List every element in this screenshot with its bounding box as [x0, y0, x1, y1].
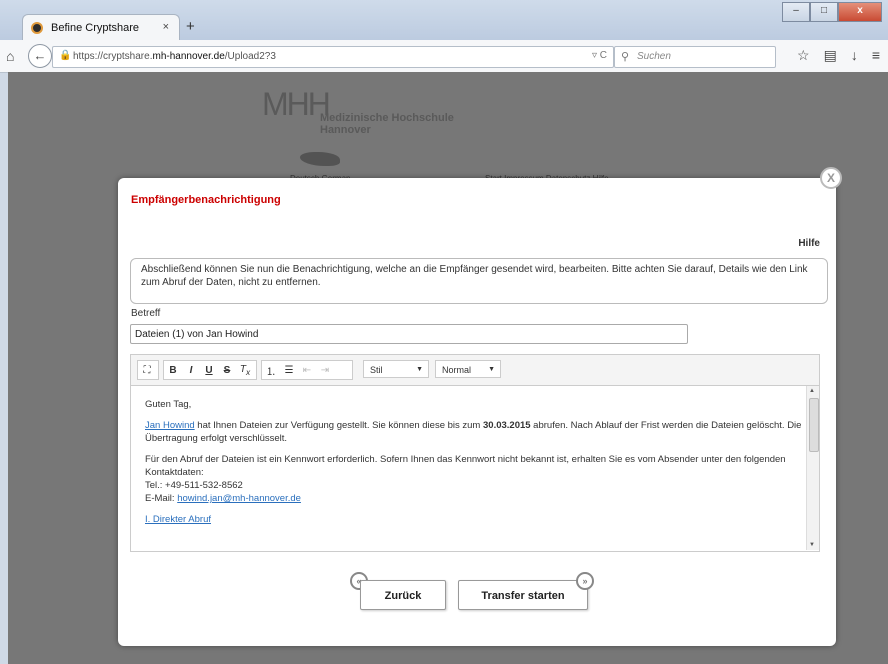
bold-button[interactable]: B — [164, 365, 182, 376]
start-transfer-button[interactable]: Transfer starten — [458, 580, 588, 610]
format-group: B I U S Tx — [163, 360, 257, 380]
scroll-up-icon[interactable]: ▲ — [809, 388, 815, 394]
subject-label: Betreff — [131, 308, 161, 319]
strikethrough-button[interactable]: S — [218, 365, 236, 376]
direct-download-link[interactable]: I. Direkter Abruf — [145, 514, 211, 525]
chevron-down-icon: ▼ — [416, 366, 423, 373]
lock-icon: 🔒 — [59, 50, 72, 61]
recipient-notification-dialog: Empfängerbenachrichtigung Hilfe Abschlie… — [118, 178, 836, 646]
section-heading: I. Direkter Abruf — [145, 513, 819, 526]
remove-format-button[interactable]: Tx — [236, 364, 254, 377]
tab-title: Befine Cryptshare — [51, 22, 140, 34]
chevron-down-icon: ▼ — [488, 366, 495, 373]
scroll-thumb[interactable] — [809, 398, 819, 452]
subject-input[interactable] — [130, 324, 688, 344]
download-icon[interactable]: ↓ — [851, 47, 858, 64]
favicon-icon — [31, 22, 43, 34]
close-dialog-button[interactable]: X — [820, 167, 842, 189]
navigation-bar: ⌂ ← 🔒 https://cryptshare.mh-hannover.de/… — [0, 40, 888, 73]
maximize-icon[interactable]: ⛶ — [138, 365, 156, 376]
search-input[interactable]: ⚲ Suchen — [614, 46, 776, 68]
mhh-name: Medizinische Hochschule Hannover — [320, 112, 454, 136]
back-button[interactable]: ← — [28, 44, 52, 68]
sender-link[interactable]: Jan Howind — [145, 420, 195, 431]
mhh-logo: MHH — [262, 86, 331, 122]
window-titlebar: Befine Cryptshare × + – □ x — [0, 0, 888, 43]
paragraph-2: Für den Abruf der Dateien ist ein Kennwo… — [145, 454, 786, 504]
maximize-button[interactable]: □ — [810, 2, 838, 22]
help-link[interactable]: Hilfe — [798, 238, 820, 249]
dialog-title: Empfängerbenachrichtigung — [131, 194, 281, 206]
maximize-group: ⛶ — [137, 360, 159, 380]
browser-tab[interactable]: Befine Cryptshare × — [22, 14, 180, 43]
search-icon: ⚲ — [621, 51, 630, 63]
toolbar-icons: ☆ ▤ ↓ ≡ — [797, 47, 880, 64]
url-bar[interactable]: 🔒 https://cryptshare.mh-hannover.de/Uplo… — [52, 46, 614, 68]
info-box: Abschließend können Sie nun die Benachri… — [130, 258, 828, 304]
reload-icon[interactable]: ▿ C — [592, 50, 607, 61]
underline-button[interactable]: U — [200, 365, 218, 376]
greeting: Guten Tag, — [145, 399, 192, 410]
scroll-down-icon[interactable]: ▼ — [809, 542, 815, 548]
editor-content[interactable]: Guten Tag, Jan Howind hat Ihnen Dateien … — [131, 386, 833, 550]
style-dropdown[interactable]: Stil ▼ — [363, 360, 429, 378]
search-placeholder: Suchen — [637, 51, 671, 62]
bulleted-list-icon[interactable]: ☰ — [280, 365, 298, 376]
menu-icon[interactable]: ≡ — [872, 47, 880, 64]
list-group: ⒈ ☰ ⇤ ⇥ — [261, 360, 353, 380]
numbered-list-icon[interactable]: ⒈ — [262, 363, 280, 378]
rich-text-editor: ⛶ B I U S Tx ⒈ ☰ ⇤ ⇥ Stil ▼ Normal ▼ Gut… — [130, 354, 820, 552]
tab-close-icon[interactable]: × — [163, 21, 169, 33]
format-dropdown[interactable]: Normal ▼ — [435, 360, 501, 378]
home-icon[interactable]: ⌂ — [6, 48, 14, 64]
editor-toolbar: ⛶ B I U S Tx ⒈ ☰ ⇤ ⇥ Stil ▼ Normal ▼ — [131, 355, 819, 386]
italic-button[interactable]: I — [182, 365, 200, 376]
bookmark-star-icon[interactable]: ☆ — [797, 47, 810, 64]
paragraph-1: Jan Howind hat Ihnen Dateien zur Verfügu… — [145, 420, 802, 444]
close-window-button[interactable]: x — [838, 2, 882, 22]
url-text: https://cryptshare.mh-hannover.de/Upload… — [73, 51, 276, 62]
outdent-icon[interactable]: ⇤ — [298, 365, 316, 376]
email-link[interactable]: howind.jan@mh-hannover.de — [177, 493, 301, 504]
window-controls: – □ x — [782, 2, 882, 22]
forward-arrow-icon: » — [576, 572, 594, 590]
reading-list-icon[interactable]: ▤ — [824, 47, 837, 64]
new-tab-button[interactable]: + — [186, 18, 195, 35]
back-button[interactable]: Zurück — [360, 580, 446, 610]
indent-icon[interactable]: ⇥ — [316, 365, 334, 376]
minimize-button[interactable]: – — [782, 2, 810, 22]
editor-scrollbar[interactable]: ▲ ▼ — [806, 386, 819, 550]
